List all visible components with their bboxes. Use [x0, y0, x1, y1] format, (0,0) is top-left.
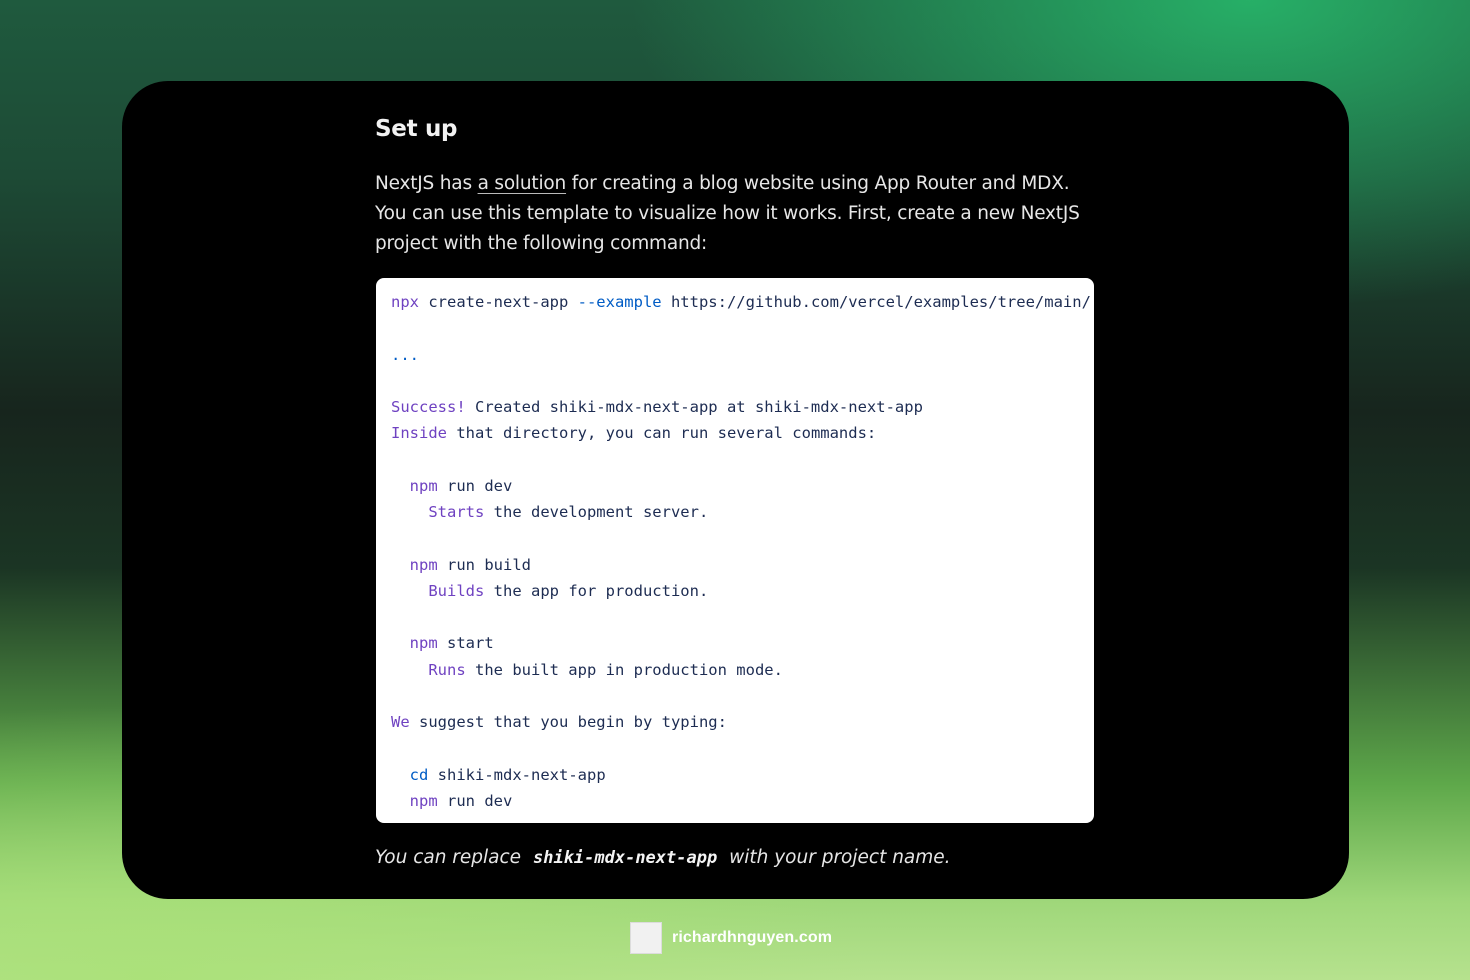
footnote-text: You can replace [375, 847, 522, 868]
code-line: npm run dev [391, 473, 1094, 499]
code-text: the app for production. [484, 581, 709, 600]
code-line: ... [391, 342, 1094, 368]
code-text: the built app in production mode. [465, 660, 783, 679]
code-line: npm run build [391, 552, 1094, 578]
code-text: start [437, 634, 494, 653]
solution-link[interactable]: a solution [478, 173, 567, 194]
project-name-code: shiki-mdx-next-app [532, 848, 718, 868]
code-line: Runs the built app in production mode. [391, 657, 1094, 683]
site-domain: richardhnguyen.com [672, 929, 833, 946]
code-line: Starts the development server. [391, 499, 1094, 525]
code-keyword: ... [391, 345, 419, 364]
code-text: run build [437, 555, 531, 574]
code-text: run dev [437, 791, 513, 810]
intro-text: NextJS has [375, 173, 478, 194]
code-text: Created shiki-mdx-next-app at shiki-mdx-… [465, 398, 923, 416]
code-text: create-next-app [419, 293, 578, 311]
code-line: cd shiki-mdx-next-app [391, 762, 1094, 788]
code-line: Builds the app for production. [391, 578, 1094, 604]
code-line: Success! Created shiki-mdx-next-app at s… [391, 394, 1094, 420]
code-keyword: Inside [391, 424, 447, 443]
code-option: --example [577, 293, 662, 311]
code-keyword: npm [409, 476, 438, 495]
code-text: suggest that you begin by typing: [409, 713, 727, 731]
code-keyword: npm [409, 791, 438, 810]
site-brand[interactable]: richardhnguyen.com [630, 922, 832, 954]
code-url: https://github.com/vercel/examples/tree/… [661, 293, 1091, 311]
code-keyword: We [391, 713, 410, 731]
footnote-text-rest: with your project name. [729, 847, 951, 868]
code-keyword: npm [409, 634, 438, 653]
code-keyword: Runs [428, 660, 466, 679]
code-keyword: npx [391, 293, 419, 311]
code-keyword: Success! [391, 398, 466, 416]
code-text: run dev [437, 476, 513, 495]
code-line: npx create-next-app --example https://gi… [391, 289, 1094, 315]
intro-paragraph: NextJS has a solution for creating a blo… [375, 169, 1100, 259]
code-keyword: npm [409, 555, 438, 574]
code-line: Inside that directory, you can run sever… [391, 420, 1094, 446]
code-keyword: cd [409, 765, 429, 784]
code-text: the development server. [484, 503, 709, 521]
footnote: You can replace shiki-mdx-next-app with … [375, 847, 951, 868]
code-keyword: Starts [428, 503, 485, 521]
code-line: We suggest that you begin by typing: [391, 709, 1094, 735]
site-logo-icon [630, 922, 662, 954]
code-text: shiki-mdx-next-app [428, 765, 606, 784]
blog-card: Set up NextJS has a solution for creatin… [122, 81, 1349, 899]
code-text: that directory, you can run several comm… [447, 424, 877, 443]
section-heading: Set up [375, 116, 458, 142]
code-line: npm run dev [391, 788, 1094, 814]
code-keyword: Builds [428, 581, 485, 600]
code-line: npm start [391, 630, 1094, 656]
code-block[interactable]: npx create-next-app --example https://gi… [376, 278, 1094, 823]
